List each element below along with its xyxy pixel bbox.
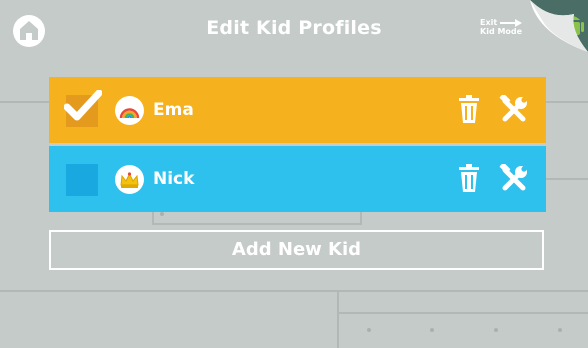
background-dot xyxy=(494,328,498,332)
page-curl[interactable] xyxy=(530,0,588,52)
crown-icon xyxy=(115,165,144,194)
kid-name: Nick xyxy=(153,169,195,189)
checkmark-icon xyxy=(64,90,102,122)
rainbow-icon xyxy=(115,96,144,125)
tools-icon[interactable] xyxy=(499,164,529,194)
trash-icon[interactable] xyxy=(458,163,480,193)
exit-kid-mode-button[interactable]: Exit Kid Mode xyxy=(480,18,532,44)
background-line xyxy=(546,178,588,180)
exit-label: Exit xyxy=(480,18,498,27)
background-line xyxy=(152,223,362,225)
background-line xyxy=(0,290,588,292)
background-line xyxy=(337,291,339,348)
background-dot xyxy=(430,328,434,332)
trash-icon[interactable] xyxy=(458,94,480,124)
arrow-right-icon xyxy=(500,18,523,27)
profile-checkbox[interactable] xyxy=(66,164,98,196)
background-line xyxy=(360,212,362,224)
background-dot xyxy=(558,328,562,332)
background-dot xyxy=(160,212,164,216)
kid-mode-label: Kid Mode xyxy=(480,27,523,36)
background-line xyxy=(0,101,49,103)
add-new-kid-button[interactable]: Add New Kid xyxy=(49,230,544,270)
avatar xyxy=(115,96,144,125)
profile-row-nick[interactable]: Nick xyxy=(49,146,546,212)
background-line xyxy=(546,101,588,103)
tools-icon[interactable] xyxy=(499,95,529,125)
avatar xyxy=(115,165,144,194)
profile-row-ema[interactable]: Ema xyxy=(49,77,546,143)
kid-name: Ema xyxy=(153,100,194,120)
background-dot xyxy=(367,328,371,332)
background-line xyxy=(337,312,588,314)
